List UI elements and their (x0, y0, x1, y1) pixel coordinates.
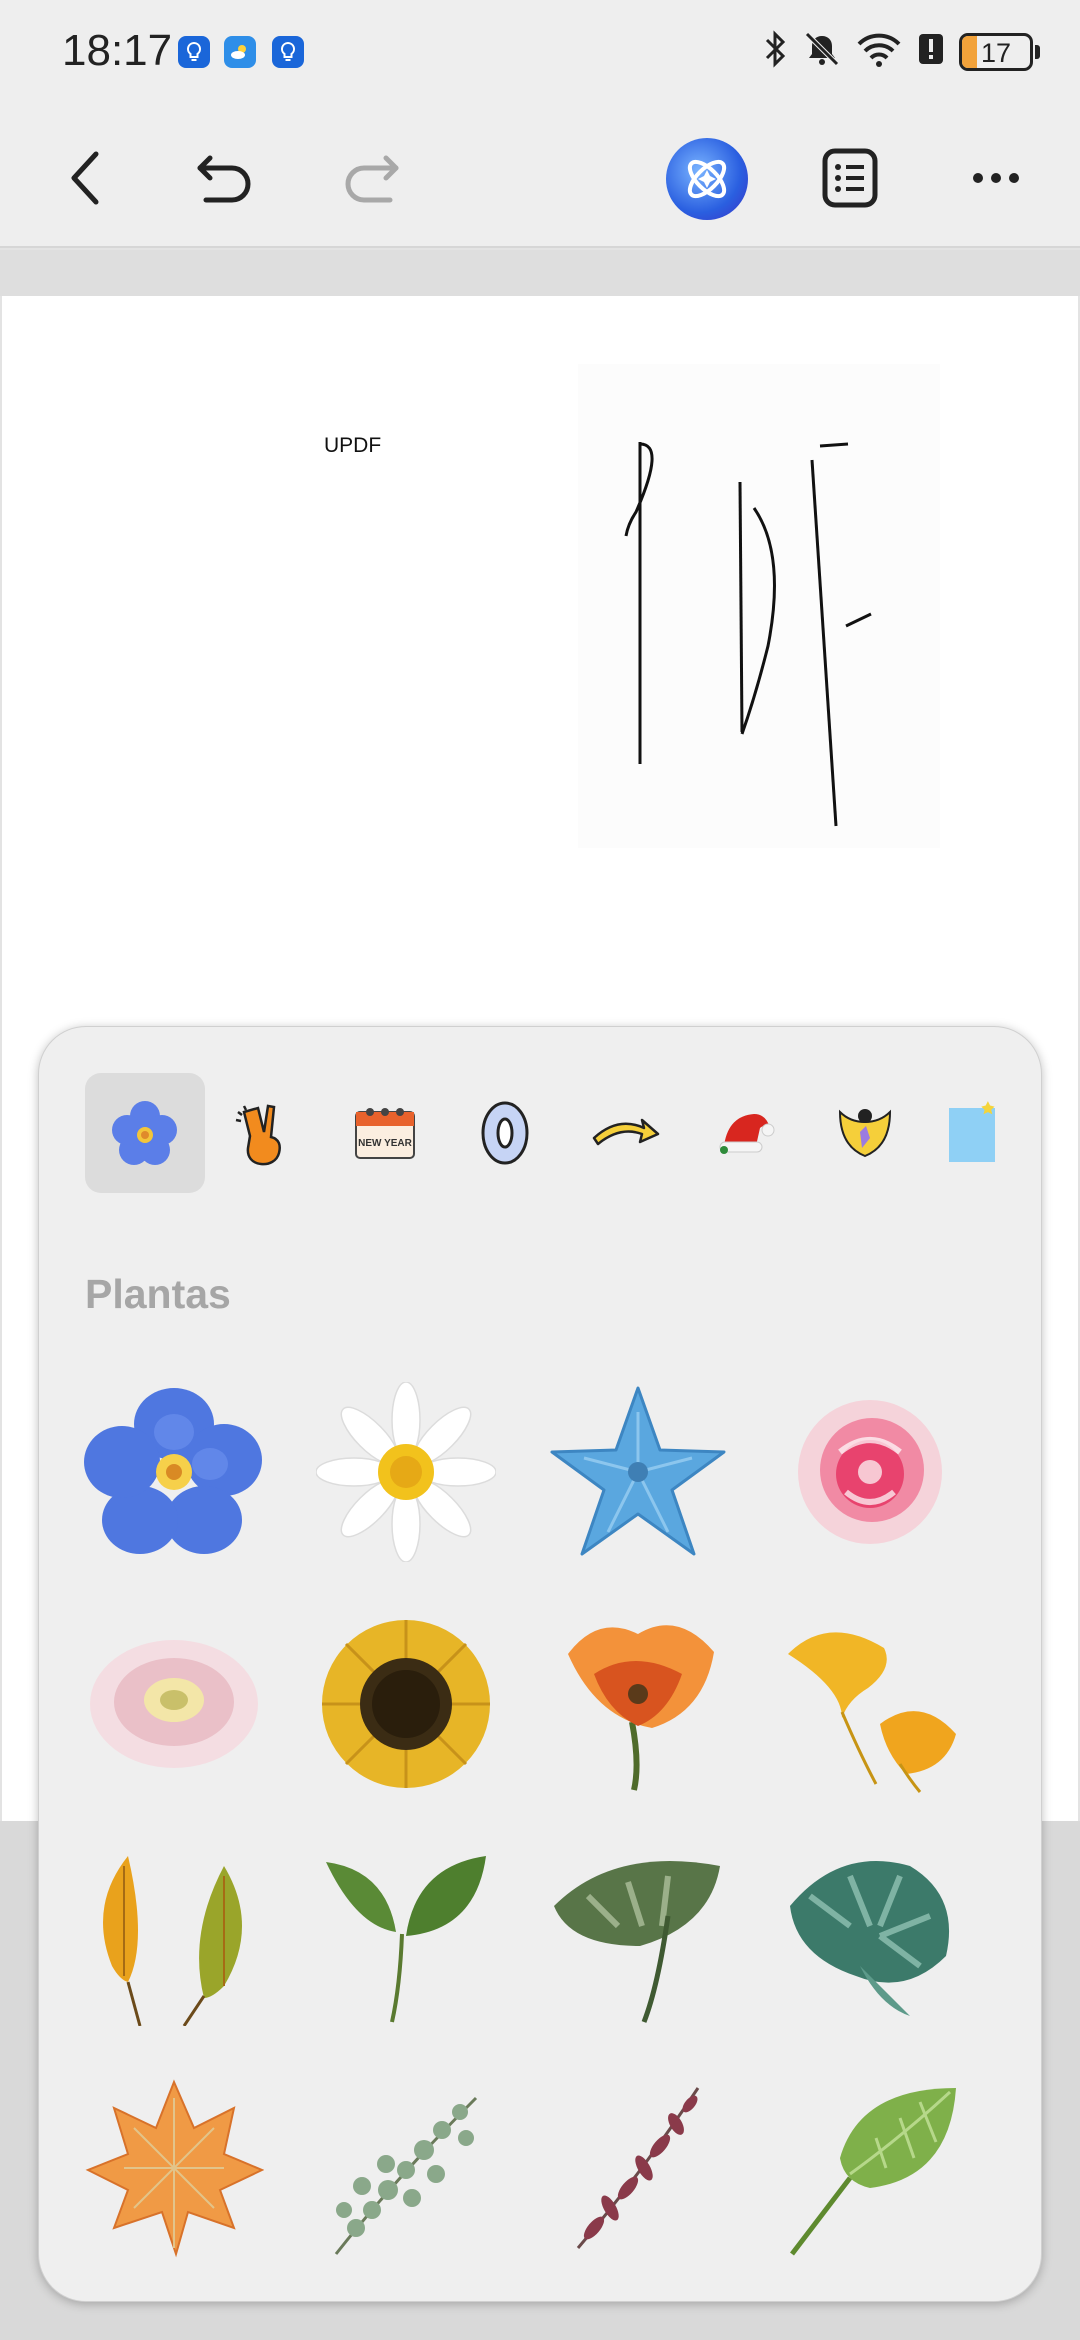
outline-button[interactable] (810, 138, 890, 218)
status-icons: 17 (763, 30, 1040, 73)
category-calendar[interactable]: NEW YEAR (325, 1073, 445, 1193)
wifi-icon (855, 30, 903, 73)
bell-muted-icon (803, 30, 841, 73)
weather-app-icon (224, 36, 256, 68)
category-hands[interactable] (205, 1073, 325, 1193)
sticker-white-daisy[interactable] (311, 1377, 501, 1567)
calendar-label: NEW YEAR (358, 1138, 412, 1149)
back-arrow-icon (71, 151, 99, 205)
sticker-ginkgo-leaves[interactable] (775, 1609, 965, 1799)
new-year-calendar-category-icon: NEW YEAR (355, 1108, 415, 1159)
undo-button[interactable] (186, 138, 266, 218)
top-toolbar (0, 110, 1080, 248)
category-flowers[interactable] (85, 1073, 205, 1193)
outline-list-icon (822, 148, 878, 208)
sticker-eucalyptus-sprig[interactable] (311, 2073, 501, 2263)
number-zero-category-icon (481, 1101, 529, 1165)
sticker-hosta-leaf[interactable] (775, 2073, 965, 2263)
undo-icon (197, 155, 251, 203)
sticker-orange-poppy[interactable] (543, 1609, 733, 1799)
sticker-red-berry-sprig[interactable] (543, 2073, 733, 2263)
category-christmas[interactable] (685, 1073, 805, 1193)
battery-level: 17 (980, 37, 1012, 68)
more-icon (973, 173, 1019, 183)
sticker-blue-star-flower[interactable] (543, 1377, 733, 1567)
document-text[interactable]: UPDF (324, 434, 381, 458)
character-category-icon (838, 1109, 892, 1158)
sticker-panel: NEW YEAR Plantas (38, 1026, 1042, 2302)
page-gutter (0, 250, 1080, 296)
ai-assistant-icon (687, 159, 727, 199)
sticky-note-category-icon (949, 1101, 995, 1162)
sticker-monstera-plant[interactable] (775, 1841, 965, 2031)
status-bar: 18:17 17 (0, 0, 1080, 110)
redo-icon (345, 155, 399, 203)
status-time: 18:17 (62, 26, 173, 75)
handwriting-annotation[interactable] (578, 364, 940, 848)
sticker-blue-forget-me-not[interactable] (79, 1377, 269, 1567)
bluetooth-icon (763, 30, 789, 73)
alert-icon (917, 30, 945, 73)
sticker-autumn-leaves[interactable] (79, 1841, 269, 2031)
peace-hand-category-icon (235, 1104, 281, 1166)
ai-assistant-button[interactable] (666, 138, 748, 220)
santa-hat-category-icon (719, 1114, 775, 1154)
bulb-app-icon (178, 36, 210, 68)
flower-category-icon (112, 1101, 177, 1165)
sticker-category-bar: NEW YEAR (85, 1073, 1035, 1195)
category-arrows[interactable] (565, 1073, 685, 1193)
sticker-monstera-leaf[interactable] (543, 1841, 733, 2031)
sticker-sunflower[interactable] (311, 1609, 501, 1799)
battery-icon: 17 (959, 32, 1033, 71)
category-numbers[interactable] (445, 1073, 565, 1193)
redo-button[interactable] (330, 138, 410, 218)
more-button[interactable] (956, 138, 1036, 218)
section-title: Plantas (85, 1271, 231, 1317)
sticker-grid (79, 1377, 1003, 2297)
sticker-pink-rose[interactable] (775, 1377, 965, 1567)
bulb-app-icon (272, 36, 304, 68)
sticker-green-sprout[interactable] (311, 1841, 501, 2031)
sticker-maple-leaf[interactable] (79, 2073, 269, 2263)
arrow-category-icon (592, 1118, 660, 1146)
category-characters[interactable] (805, 1073, 925, 1193)
sticker-pink-gerbera[interactable] (79, 1609, 269, 1799)
category-notes[interactable] (925, 1073, 1035, 1193)
back-button[interactable] (46, 138, 126, 218)
